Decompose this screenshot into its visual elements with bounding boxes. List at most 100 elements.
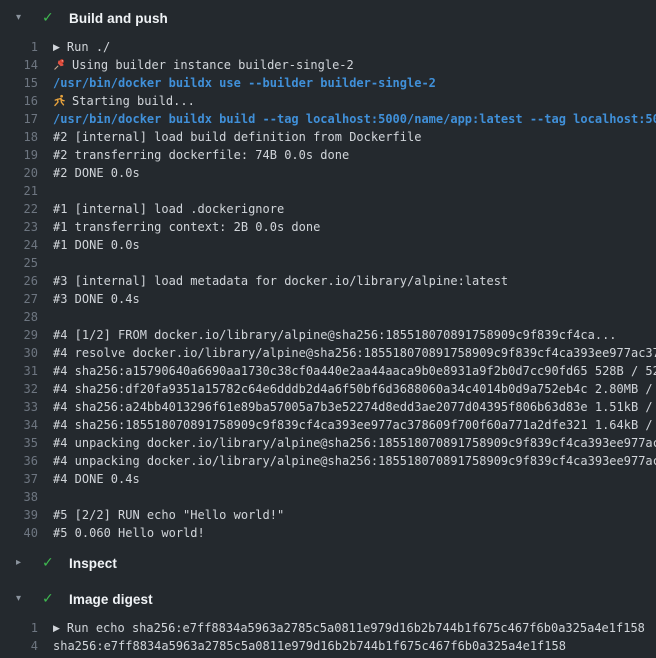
section-header-build-and-push[interactable]: ▾ ✓ Build and push: [0, 0, 656, 36]
log-line: 38: [0, 488, 656, 506]
workflow-log: ▾✓Build and push1▶Run ./14Using builder …: [0, 0, 656, 658]
line-text-content: #1 DONE 0.0s: [53, 238, 140, 252]
line-text-content: #1 [internal] load .dockerignore: [53, 202, 284, 216]
line-text: #4 sha256:df20fa9351a15782c64e6dddb2d4a6…: [53, 380, 656, 398]
line-text: #4 sha256:185518070891758909c9f839cf4ca3…: [53, 416, 656, 434]
line-text: ▶Run echo sha256:e7ff8834a5963a2785c5a08…: [53, 619, 645, 637]
log-line: 27 #3 DONE 0.4s: [0, 290, 656, 308]
line-number[interactable]: 24: [0, 236, 38, 254]
log-line: 15/usr/bin/docker buildx use --builder b…: [0, 74, 656, 92]
check-icon: ✓: [42, 592, 57, 606]
line-number[interactable]: 21: [0, 182, 38, 200]
chevron-down-icon[interactable]: ▾: [16, 594, 29, 604]
chevron-right-icon[interactable]: ▸: [16, 558, 29, 568]
line-number[interactable]: 16: [0, 92, 38, 110]
line-number[interactable]: 27: [0, 290, 38, 308]
line-text-content: #4 unpacking docker.io/library/alpine@sh…: [53, 436, 656, 450]
section-header-inspect[interactable]: ▸ ✓ Inspect: [0, 545, 656, 581]
line-number[interactable]: 38: [0, 488, 38, 506]
line-text-content: /usr/bin/docker buildx use --builder bui…: [53, 76, 436, 90]
line-number[interactable]: 25: [0, 254, 38, 272]
line-number[interactable]: 14: [0, 56, 38, 74]
log-list-image-digest: 1 ▶Run echo sha256:e7ff8834a5963a2785c5a0…: [0, 617, 656, 658]
runner-icon: [53, 94, 66, 107]
log-line: 14 Using builder instance builder-single-…: [0, 56, 656, 74]
line-number[interactable]: 39: [0, 506, 38, 524]
line-text-content: #1 transferring context: 2B 0.0s done: [53, 220, 320, 234]
line-number[interactable]: 34: [0, 416, 38, 434]
line-number[interactable]: 1: [0, 619, 38, 637]
line-number[interactable]: 15: [0, 74, 38, 92]
line-number[interactable]: 37: [0, 470, 38, 488]
log-line: 4 sha256:e7ff8834a5963a2785c5a0811e979d16…: [0, 637, 656, 655]
log-line: 16 Starting build...: [0, 92, 656, 110]
log-line: 28: [0, 308, 656, 326]
line-number[interactable]: 1: [0, 38, 38, 56]
section-header-image-digest[interactable]: ▾✓Image digest: [0, 581, 656, 617]
line-text: Starting build...: [53, 92, 195, 110]
line-text: #2 [internal] load build definition from…: [53, 128, 421, 146]
line-number[interactable]: 17: [0, 110, 38, 128]
pushpin-icon: [53, 58, 66, 71]
line-number[interactable]: 29: [0, 326, 38, 344]
line-text-content: #4 resolve docker.io/library/alpine@sha2…: [53, 346, 656, 360]
line-number[interactable]: 28: [0, 308, 38, 326]
line-text-content: #4 sha256:a24bb4013296f61e89ba57005a7b3e…: [53, 400, 656, 414]
line-text-content: #4 [1/2] FROM docker.io/library/alpine@s…: [53, 328, 617, 342]
line-text: #4 resolve docker.io/library/alpine@sha2…: [53, 344, 656, 362]
log-list-build-and-push: 1 ▶ Run ./ 14 Using builder instance builder…: [0, 36, 656, 545]
command-line-text: /usr/bin/docker buildx use --builder bui…: [53, 74, 436, 92]
line-text-content: #4 sha256:185518070891758909c9f839cf4ca3…: [53, 418, 656, 432]
line-text: #4 sha256:a15790640a6690aa1730c38cf0a440…: [53, 362, 656, 380]
log-line: 37 #4 DONE 0.4s: [0, 470, 656, 488]
line-text: #1 [internal] load .dockerignore: [53, 200, 284, 218]
line-text-content: #4 DONE 0.4s: [53, 472, 140, 486]
log-line: 31 #4 sha256:a15790640a6690aa1730c38cf0a4…: [0, 362, 656, 380]
line-number[interactable]: 36: [0, 452, 38, 470]
line-number[interactable]: 40: [0, 524, 38, 542]
log-line: 34 #4 sha256:185518070891758909c9f839cf4c…: [0, 416, 656, 434]
log-line: 33 #4 sha256:a24bb4013296f61e89ba57005a7b…: [0, 398, 656, 416]
log-line: 23 #1 transferring context: 2B 0.0s done: [0, 218, 656, 236]
chevron-down-icon[interactable]: ▾: [16, 13, 29, 23]
line-number[interactable]: 23: [0, 218, 38, 236]
line-number[interactable]: 19: [0, 146, 38, 164]
line-number[interactable]: 32: [0, 380, 38, 398]
line-text-content: Run ./: [67, 40, 110, 54]
command-line-text: /usr/bin/docker buildx build --tag local…: [53, 110, 656, 128]
line-text: #4 DONE 0.4s: [53, 470, 140, 488]
line-text-content: Using builder instance builder-single-2: [72, 58, 354, 72]
line-text-content: Starting build...: [72, 94, 195, 108]
line-text: #2 transferring dockerfile: 74B 0.0s don…: [53, 146, 349, 164]
log-line: 30 #4 resolve docker.io/library/alpine@sh…: [0, 344, 656, 362]
check-icon: ✓: [42, 556, 57, 570]
log-line: 26#3 [internal] load metadata for docker…: [0, 272, 656, 290]
section-title: Inspect: [69, 556, 117, 571]
line-text-content: #2 transferring dockerfile: 74B 0.0s don…: [53, 148, 349, 162]
line-number[interactable]: 4: [0, 637, 38, 655]
section-title: Build and push: [69, 11, 168, 26]
check-icon: ✓: [42, 11, 57, 25]
line-text-content: #5 0.060 Hello world!: [53, 526, 205, 540]
line-number[interactable]: 18: [0, 128, 38, 146]
line-text: #5 [2/2] RUN echo "Hello world!": [53, 506, 284, 524]
line-number[interactable]: 35: [0, 434, 38, 452]
log-line: 1 ▶Run echo sha256:e7ff8834a5963a2785c5a0…: [0, 619, 656, 637]
run-chevron-icon[interactable]: ▶: [53, 620, 60, 637]
line-text-content: #3 DONE 0.4s: [53, 292, 140, 306]
log-line: 40 #5 0.060 Hello world!: [0, 524, 656, 542]
line-number[interactable]: 30: [0, 344, 38, 362]
line-number[interactable]: 22: [0, 200, 38, 218]
run-chevron-icon[interactable]: ▶: [53, 39, 60, 56]
line-number[interactable]: 26: [0, 272, 38, 290]
line-number[interactable]: 31: [0, 362, 38, 380]
log-line: 17/usr/bin/docker buildx build --tag loc…: [0, 110, 656, 128]
line-number[interactable]: 20: [0, 164, 38, 182]
line-text: sha256:e7ff8834a5963a2785c5a0811e979d16b…: [53, 637, 566, 655]
log-line: 24 #1 DONE 0.0s: [0, 236, 656, 254]
line-text: #5 0.060 Hello world!: [53, 524, 205, 542]
log-line: 29 #4 [1/2] FROM docker.io/library/alpine…: [0, 326, 656, 344]
line-number[interactable]: 33: [0, 398, 38, 416]
line-text: #2 DONE 0.0s: [53, 164, 140, 182]
log-line: 35 #4 unpacking docker.io/library/alpine@…: [0, 434, 656, 452]
